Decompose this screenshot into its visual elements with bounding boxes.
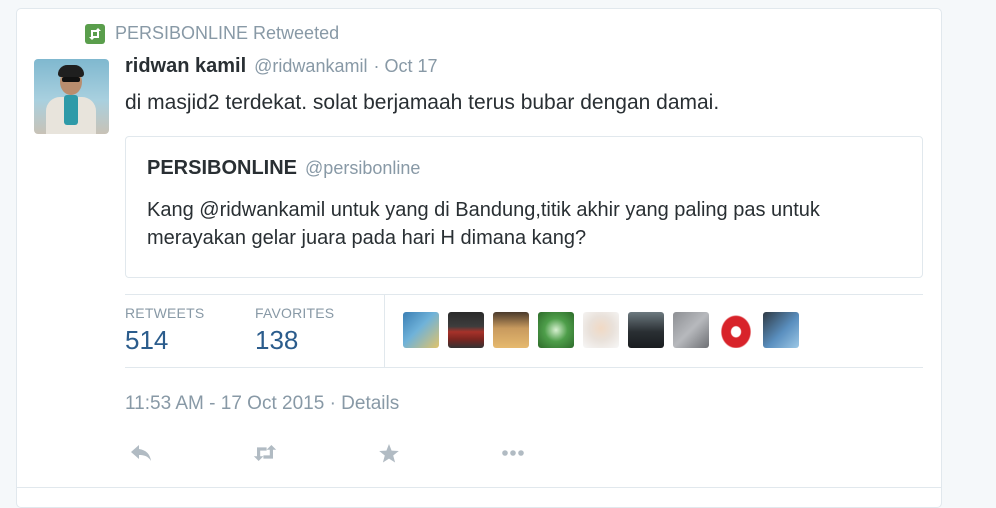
reply-icon[interactable] (129, 441, 153, 465)
favoriters-list (403, 312, 808, 348)
favoriter-avatar[interactable] (493, 312, 529, 348)
tweet-header: ridwan kamil @ridwankamil · Oct 17 (125, 55, 438, 78)
retweet-context: PERSIBONLINE Retweeted (85, 23, 339, 44)
tweet-date[interactable]: Oct 17 (384, 56, 437, 77)
timestamp-text[interactable]: 11:53 AM - 17 Oct 2015 (125, 393, 324, 414)
timestamp-separator: · (329, 393, 336, 414)
favoriter-avatar[interactable] (628, 312, 664, 348)
favorites-stat[interactable]: FAVORITES 138 (255, 305, 334, 356)
favoriter-avatar[interactable] (538, 312, 574, 348)
favoriter-avatar[interactable] (718, 312, 754, 348)
favorite-star-icon[interactable] (377, 441, 401, 465)
retweets-stat[interactable]: RETWEETS 514 (125, 305, 204, 356)
user-avatar[interactable] (34, 59, 109, 134)
retweets-label: RETWEETS (125, 305, 205, 321)
retweet-icon (85, 23, 105, 44)
favoriter-avatar[interactable] (763, 312, 799, 348)
next-item-divider (17, 487, 941, 488)
favorites-count: 138 (255, 325, 299, 355)
retweet-context-text[interactable]: PERSIBONLINE Retweeted (115, 23, 339, 44)
author-name[interactable]: ridwan kamil (125, 55, 246, 78)
stats-divider (384, 295, 385, 367)
more-icon[interactable] (501, 441, 525, 465)
retweets-count: 514 (125, 325, 169, 355)
time-separator: · (373, 56, 380, 76)
quoted-author-name: PERSIBONLINE (147, 157, 298, 179)
favorites-label: FAVORITES (255, 305, 335, 321)
tweet-card: PERSIBONLINE Retweeted ridwan kamil @rid… (16, 8, 942, 508)
favoriter-avatar[interactable] (583, 312, 619, 348)
quoted-tweet-header: PERSIBONLINE @persibonline (147, 157, 420, 180)
tweet-text: di masjid2 terdekat. solat berjamaah ter… (125, 91, 720, 114)
details-link[interactable]: Details (341, 393, 399, 414)
retweet-icon[interactable] (253, 441, 277, 465)
favoriter-avatar[interactable] (448, 312, 484, 348)
author-handle[interactable]: @ridwankamil (254, 56, 367, 77)
tweet-timestamp: 11:53 AM - 17 Oct 2015 · Details (125, 393, 399, 415)
quoted-tweet-text: Kang @ridwankamil untuk yang di Bandung,… (147, 199, 820, 249)
favoriter-avatar[interactable] (403, 312, 439, 348)
quoted-tweet[interactable]: PERSIBONLINE @persibonline Kang @ridwank… (125, 136, 923, 278)
tweet-actions (129, 441, 625, 465)
tweet-stats: RETWEETS 514 FAVORITES 138 (125, 294, 923, 368)
favoriter-avatar[interactable] (673, 312, 709, 348)
quoted-author-handle: @persibonline (305, 158, 421, 178)
